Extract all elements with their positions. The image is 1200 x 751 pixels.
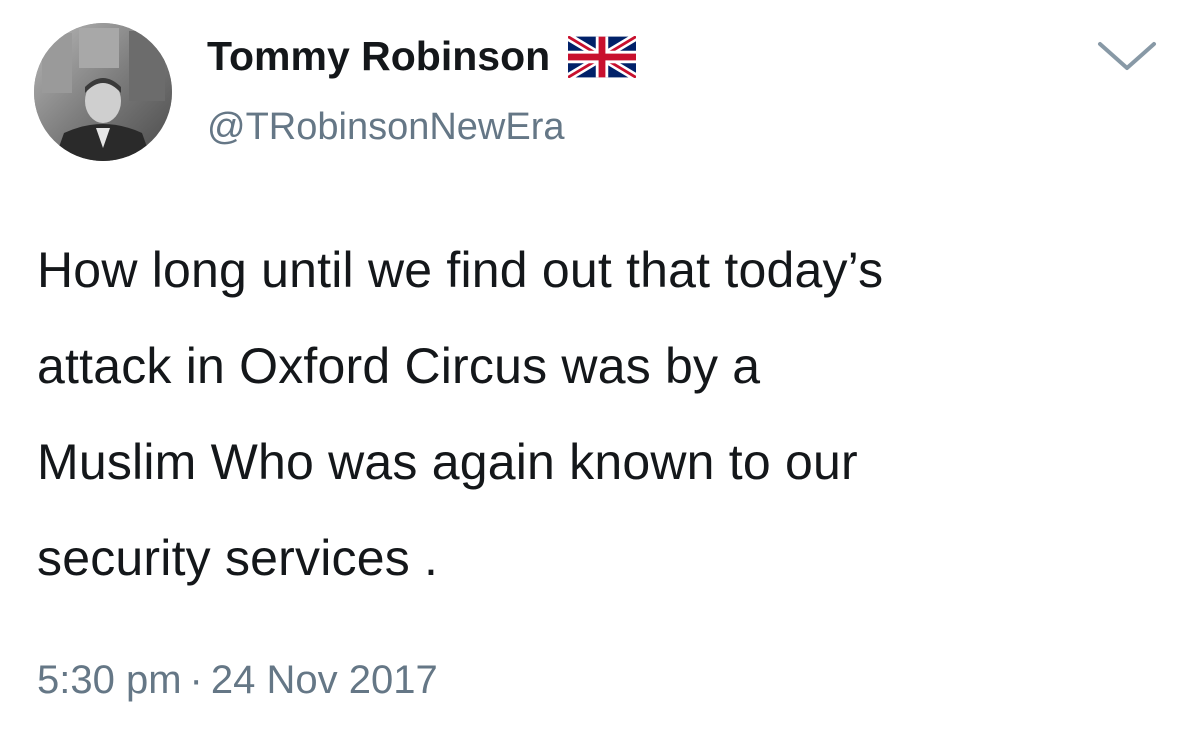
- meta-separator: ·: [189, 658, 203, 702]
- tweet-text-line: How long until we find out that today’s: [37, 242, 884, 298]
- chevron-down-icon[interactable]: [1094, 36, 1160, 76]
- tweet-text-line: attack in Oxford Circus was by a: [37, 338, 761, 394]
- tweet-text-line: Muslim Who was again known to our: [37, 434, 858, 490]
- tweet-card: Tommy Robinson @TRobinsonNewEra How long…: [0, 0, 1200, 751]
- tweet-text: How long until we find out that today’s …: [37, 222, 1177, 606]
- avatar-photo: [34, 23, 172, 161]
- tweet-text-line: security services .: [37, 530, 439, 586]
- union-jack-flag-icon: [568, 35, 637, 78]
- author-handle[interactable]: @TRobinsonNewEra: [207, 106, 565, 149]
- tweet-timestamp[interactable]: 5:30 pm · 24 Nov 2017: [37, 658, 438, 703]
- author-display-name[interactable]: Tommy Robinson: [207, 33, 637, 80]
- avatar[interactable]: [34, 23, 172, 161]
- tweet-time: 5:30 pm: [37, 658, 182, 702]
- display-name-text: Tommy Robinson: [207, 33, 551, 79]
- tweet-date: 24 Nov 2017: [210, 658, 438, 702]
